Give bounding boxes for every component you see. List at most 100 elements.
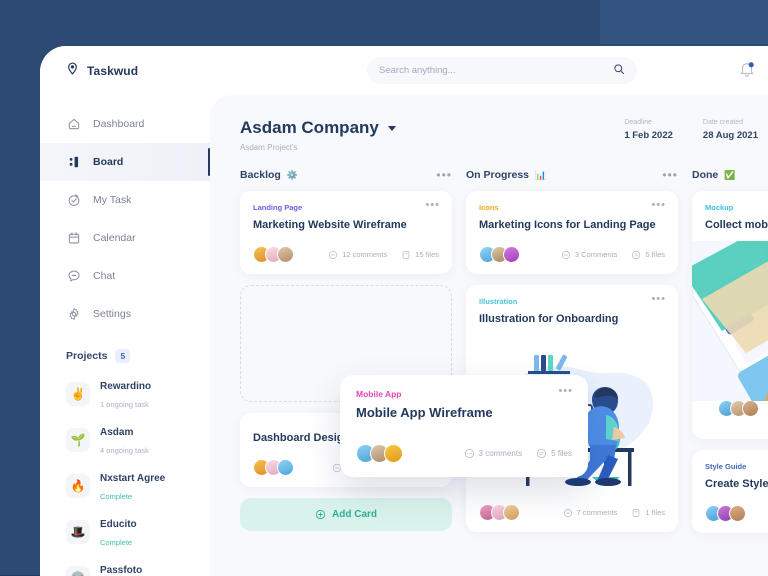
task-check-icon [66,193,81,208]
project-name: Rewardino [100,381,152,392]
task-card[interactable]: ••• Icons Marketing Icons for Landing Pa… [466,191,678,275]
created-value: 28 Aug 2021 [702,130,758,141]
column-menu-button[interactable]: ••• [436,169,452,181]
comment-icon [329,250,338,259]
projects-label: Projects [66,350,108,362]
card-footer: 7 comments 1 files [479,504,665,522]
project-item[interactable]: ✌️ Rewardino 1 ongoing task [40,371,210,417]
card-title: Illustration for Onboarding [479,313,619,326]
projects-header: Projects 5 [40,333,210,371]
search-input[interactable] [379,65,613,76]
comment-icon [563,508,572,517]
avatar [277,459,294,477]
files-stat: 1 files [631,508,665,518]
project-item[interactable]: 🎩 Educito Complete [40,509,210,555]
card-tag: Landing Page [253,203,303,212]
projects-list: ✌️ Rewardino 1 ongoing task 🌱 Asdam 4 on… [40,371,210,576]
task-card[interactable]: Style Guide Create Style G [692,450,768,534]
sidebar-item-calendar[interactable]: Calendar [40,219,210,257]
project-name: Passfoto [100,565,143,576]
project-name: Asdam [100,427,134,438]
task-card[interactable]: Mockup Collect mobile Landing Page [692,191,768,440]
brand[interactable]: Taskwud [40,61,210,80]
project-emoji-icon: ✌️ [66,382,90,406]
deadline-block: Deadline 1 Feb 2022 [624,119,673,141]
card-title: Marketing Website Wireframe [253,219,407,231]
avatar [503,504,520,522]
chevron-down-icon[interactable] [387,125,396,131]
card-menu-icon[interactable]: ••• [425,200,440,211]
deadline-value: 1 Feb 2022 [624,130,673,141]
avatar-group [718,400,759,418]
deadline-label: Deadline [624,119,652,126]
background-panel [600,0,768,44]
created-block: Date created 28 Aug 2021 [703,119,758,141]
project-emoji-icon: 👽 [66,566,90,576]
comments-stat: 7 comments [563,508,618,518]
project-status: 1 ongoing task [100,400,149,409]
gear-icon [66,307,81,322]
column-done: Done ✅ Mockup Collect mobile Landing Pag… [692,168,768,544]
card-menu-icon[interactable]: ••• [558,386,573,397]
screen: Taskwud Search anything... Dashboard Boa… [0,0,768,576]
card-footer [705,505,768,523]
sidebar-item-label: Settings [93,308,131,320]
sidebar-item-label: Dashboard [93,118,145,130]
comments-stat: 3 comments [464,448,522,459]
sidebar-item-label: My Task [93,194,132,206]
project-status: 4 ongoing task [100,446,149,455]
location-pin-icon [66,61,79,80]
project-item[interactable]: 🌱 Asdam 4 ongoing task [40,417,210,463]
card-stats: 7 comments 1 files [563,508,665,518]
column-header: Done ✅ [692,168,768,182]
avatar-group [479,246,520,264]
sidebar-item-label: Chat [93,270,116,282]
project-status: Complete [100,492,133,501]
card-stats: 12 comments 15 files [328,250,439,260]
avatar-group [356,443,403,463]
add-card-button[interactable]: Add Card [240,498,452,532]
board-columns: Backlog ⚙️ ••• ••• Landing Page Marketin… [210,152,768,544]
search-icon[interactable] [613,62,625,80]
comments-stat: 12 comments [328,250,387,260]
sidebar-nav: Dashboard Board My Task Calendar Chat Se… [40,95,210,333]
projects-count-badge: 5 [115,349,131,363]
project-emoji-icon: 🌱 [66,428,90,452]
files-count: 15 files [415,250,439,260]
project-name: Nxstart Agree [100,473,166,484]
task-card[interactable]: ••• Landing Page Marketing Website Wiref… [240,191,452,275]
sidebar-item-label: Board [93,156,124,168]
avatar-group [253,459,294,477]
sidebar-item-board[interactable]: Board [40,143,210,181]
sidebar-item-my-task[interactable]: My Task [40,181,210,219]
notifications-button[interactable] [738,60,758,80]
brand-name: Taskwud [87,63,139,78]
sidebar-item-dashboard[interactable]: Dashboard [40,105,210,143]
mobile-mockup-image [692,241,768,402]
chart-emoji-icon: 📊 [535,169,547,180]
page-subtitle: Asdam Project's [240,143,298,152]
comments-count: 7 comments [576,508,618,518]
project-item[interactable]: 🔥 Nxstart Agree Complete [40,463,210,509]
dragged-task-card[interactable]: ••• Mobile App Mobile App Wireframe 3 co… [340,375,588,477]
sidebar-item-label: Calendar [93,232,136,244]
avatar [384,443,403,463]
comments-count: 3 Comments [574,250,618,260]
card-menu-icon[interactable]: ••• [651,200,666,211]
card-title: Create Style G [705,478,768,491]
column-on-progress: On Progress 📊 ••• ••• Icons Marketing Ic… [466,168,678,544]
sidebar-item-chat[interactable]: Chat [40,257,210,295]
card-menu-icon[interactable]: ••• [651,294,666,305]
search-bar[interactable] [367,57,637,84]
card-tag: Style Guide [705,462,747,472]
project-item[interactable]: 👽 Passfoto Pending [40,555,210,576]
board-meta: Deadline 1 Feb 2022 Date created 28 Aug … [624,119,758,141]
sidebar-item-settings[interactable]: Settings [40,295,210,333]
notification-badge [748,62,754,68]
avatar [503,246,520,264]
card-title: Mobile App Wireframe [356,405,493,420]
app-window: Taskwud Search anything... Dashboard Boa… [40,46,768,576]
files-stat: 5 files [631,250,665,260]
column-menu-button[interactable]: ••• [662,169,678,181]
avatar-group [479,504,520,522]
